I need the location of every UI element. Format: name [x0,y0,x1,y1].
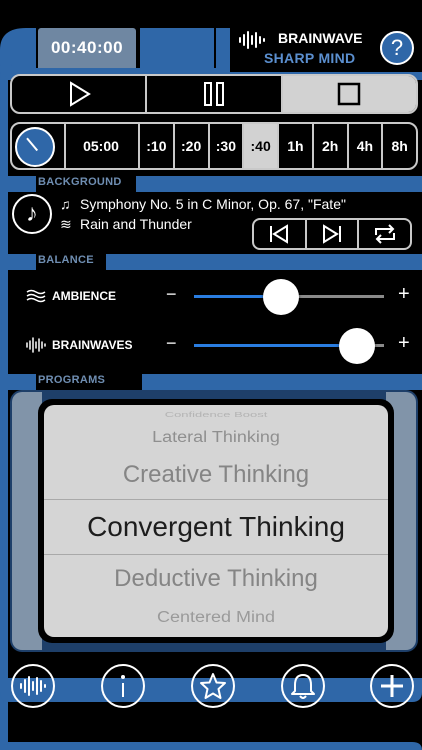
program-item[interactable]: Deductive Thinking [44,565,388,593]
program-picker-wheel[interactable]: Confidence Boost Lateral Thinking Creati… [44,405,388,637]
preset-1h[interactable]: 1h [279,124,314,168]
stop-button[interactable] [282,76,416,112]
header-block [140,28,214,68]
info-icon [121,675,125,697]
ambience-waves-icon [26,289,46,303]
help-label: ? [390,35,404,60]
timer-display: 00:40:00 [38,28,136,68]
next-button[interactable] [307,220,360,248]
plus-icon [381,675,403,697]
preset-30m[interactable]: :30 [210,124,245,168]
brainwaves-label: BRAINWAVES [52,338,133,352]
alarm-button[interactable] [281,664,325,708]
timer-dial-icon[interactable] [15,127,55,167]
brainwaves-decrease-button[interactable]: − [166,333,177,354]
ambience-increase-button[interactable]: + [398,283,410,306]
brainwave-button[interactable] [11,664,55,708]
preset-20m[interactable]: :20 [175,124,210,168]
star-icon [200,673,226,699]
brand-logo: BRAINWAVE SHARP MIND [232,28,368,68]
music-note-button[interactable]: ♪ [12,194,52,234]
pause-icon [203,82,224,106]
music-note-icon: ♪ [26,200,38,227]
program-item[interactable]: Creative Thinking [44,461,388,489]
preset-8h[interactable]: 8h [383,124,416,168]
preset-2h[interactable]: 2h [314,124,349,168]
repeat-icon [374,224,395,244]
background-track-row[interactable]: ♫ Symphony No. 5 in C Minor, Op. 67, "Fat… [60,196,412,212]
program-item[interactable]: Centered Mind [44,609,388,627]
add-button[interactable] [370,664,414,708]
duration-bar: 05:00 :10 :20 :30 :40 1h 2h 4h 8h [10,122,418,170]
play-icon [69,81,91,107]
brand-title: BRAINWAVE [278,30,363,46]
brainwaves-slider-knob[interactable] [339,328,376,364]
transport-controls [10,74,418,114]
duration-presets: :10 :20 :30 :40 1h 2h 4h 8h [138,124,416,168]
program-item[interactable]: Confidence Boost [44,410,388,418]
favorites-button[interactable] [191,664,235,708]
duration-value[interactable]: 05:00 [64,124,136,168]
waveform-icon [20,676,46,696]
ambience-slider-knob[interactable] [263,279,300,315]
play-button[interactable] [12,76,148,112]
brainwaves-slider-fill [194,344,358,347]
ambience-decrease-button[interactable]: − [166,284,177,305]
brainwaves-increase-button[interactable]: + [398,332,410,355]
bottom-toolbar [0,658,422,718]
skip-back-icon [270,224,289,244]
program-item[interactable]: Lateral Thinking [44,429,388,447]
previous-button[interactable] [254,220,307,248]
repeat-button[interactable] [359,220,410,248]
program-item-selected[interactable]: Convergent Thinking [44,511,388,543]
brainwaves-row: BRAINWAVES − + [26,325,416,365]
stop-icon [338,82,361,106]
ambience-track-row[interactable]: ≋ Rain and Thunder [60,216,192,233]
background-controls [252,218,412,250]
brainwaves-waveform-icon [26,337,46,353]
ambience-slider[interactable] [194,279,384,315]
preset-10m[interactable]: :10 [140,124,175,168]
bell-icon [291,674,315,699]
brainwaves-slider[interactable] [194,328,384,364]
brand-subtitle: SHARP MIND [264,50,356,66]
waveform-icon [239,31,265,49]
help-button[interactable]: ? [380,31,414,65]
preset-4h[interactable]: 4h [349,124,384,168]
background-track: Symphony No. 5 in C Minor, Op. 67, "Fate… [80,196,346,212]
info-button[interactable] [101,664,145,708]
ambience-waves-icon: ≋ [60,216,72,232]
preset-40m[interactable]: :40 [244,124,279,168]
section-label-balance: BALANCE [38,254,94,266]
music-note-small-icon: ♫ [60,196,71,212]
skip-forward-icon [323,224,341,244]
section-label-background: BACKGROUND [38,176,122,188]
ambience-label: AMBIENCE [52,289,117,303]
ambience-track: Rain and Thunder [80,216,192,232]
ambience-row: AMBIENCE − + [26,276,416,316]
program-picker[interactable]: Confidence Boost Lateral Thinking Creati… [38,399,394,643]
pause-button[interactable] [147,76,283,112]
section-label-programs: PROGRAMS [38,374,106,386]
